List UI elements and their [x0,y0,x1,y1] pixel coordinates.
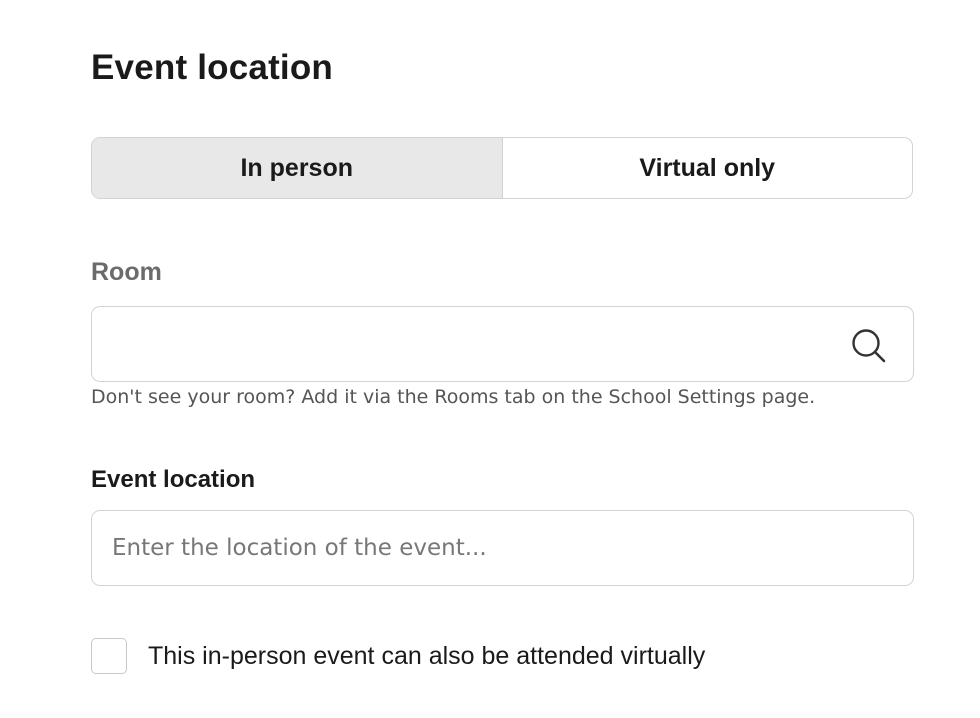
virtual-only-label: Virtual only [639,153,776,182]
event-location-input[interactable] [91,510,914,586]
in-person-option[interactable]: In person [92,138,502,198]
section-title: Event location [91,48,334,87]
virtual-attendance-label[interactable]: This in-person event can also be attende… [148,642,705,671]
in-person-label: In person [240,153,353,182]
room-help-text: Don't see your room? Add it via the Room… [91,386,816,408]
search-icon[interactable] [851,328,887,364]
room-search-field[interactable] [91,306,914,383]
room-label: Room [91,258,162,286]
virtual-only-option[interactable]: Virtual only [501,138,913,198]
event-location-panel: Event location In person Virtual only Ro… [0,0,980,718]
room-search-input[interactable] [110,307,834,383]
event-location-label: Event location [91,466,256,493]
virtual-attendance-checkbox[interactable] [91,638,127,674]
location-type-toggle: In person Virtual only [91,137,913,199]
virtual-attendance-row: This in-person event can also be attende… [91,638,705,674]
